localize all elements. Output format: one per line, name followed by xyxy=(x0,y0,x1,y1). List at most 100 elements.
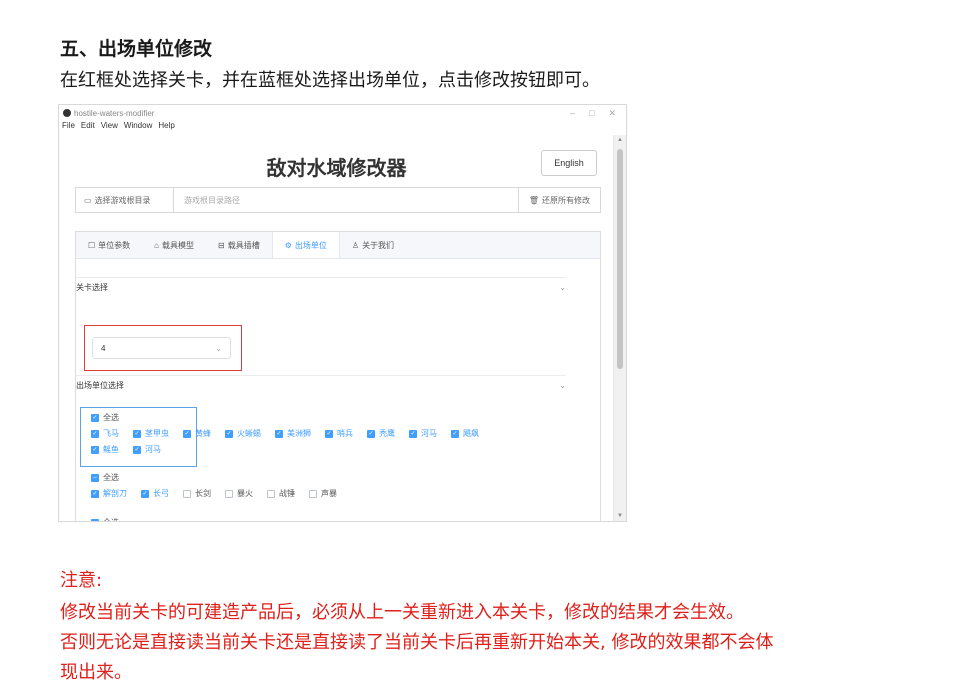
checkbox-icon: ✓ xyxy=(141,489,149,498)
unit-checkbox[interactable]: ✓ 河马 xyxy=(409,428,437,439)
checkbox-label: 全选 xyxy=(103,473,119,482)
checkbox-icon: – xyxy=(91,518,99,521)
unit-checkbox[interactable]: ✓ 茎甲虫 xyxy=(133,428,169,439)
scrollbar-thumb[interactable] xyxy=(617,149,623,369)
app-body: 敌对水域修改器 English ▭ 选择游戏根目录 游戏根目录路径 🗑 还原所有… xyxy=(59,135,614,521)
tab-deploy-units[interactable]: ⚙ 出场单位 xyxy=(271,232,340,258)
maximize-button[interactable]: □ xyxy=(589,108,594,119)
unit-checkbox[interactable]: ✓ 解剖刀 xyxy=(91,488,127,499)
unit-checkbox[interactable]: 长剑 xyxy=(183,488,211,499)
checkbox-icon: ✓ xyxy=(367,429,375,438)
tab-label: 载具模型 xyxy=(162,240,195,250)
checkbox-label: 飓飙 xyxy=(463,429,479,438)
checkbox-label: 长剑 xyxy=(195,489,211,498)
unit-checkbox-row: ✓ 鳐鱼 ✓ 河马 xyxy=(91,444,175,455)
select-all-checkbox[interactable]: – 全选 xyxy=(91,517,119,521)
checkbox-label: 茎甲虫 xyxy=(145,429,169,438)
checkbox-icon: ✓ xyxy=(409,429,417,438)
unit-checkbox[interactable]: 战锤 xyxy=(267,488,295,499)
menu-window[interactable]: Window xyxy=(124,121,152,135)
minimize-button[interactable]: – xyxy=(570,108,575,119)
note-title: 注意: xyxy=(60,570,103,591)
checkbox-label: 火蜥蜴 xyxy=(237,429,261,438)
trash-icon: 🗑 xyxy=(528,195,539,205)
chevron-down-icon: ⌄ xyxy=(559,380,566,390)
checkbox-label: 全选 xyxy=(103,517,119,521)
game-dir-input[interactable]: 游戏根目录路径 xyxy=(174,195,518,206)
menu-edit[interactable]: Edit xyxy=(81,121,95,135)
checkbox-icon: ✓ xyxy=(91,445,99,454)
checkbox-label: 鳐鱼 xyxy=(103,445,119,454)
gear-icon: ⚙ xyxy=(284,240,292,250)
tab-unit-params[interactable]: ☐ 单位参数 xyxy=(76,232,142,258)
checkbox-label: 河马 xyxy=(145,445,161,454)
checkbox-label: 全选 xyxy=(103,413,119,422)
tab-vehicle-model[interactable]: ⌂ 载具模型 xyxy=(142,232,206,258)
select-dir-button[interactable]: ▭ 选择游戏根目录 xyxy=(76,188,174,212)
unit-checkbox[interactable]: 暴火 xyxy=(225,488,253,499)
checkbox-label: 战锤 xyxy=(279,489,295,498)
unit-checkbox[interactable]: ✓ 火蜥蜴 xyxy=(225,428,261,439)
menu-file[interactable]: File xyxy=(62,121,75,135)
checkbox-icon: ✓ xyxy=(91,413,99,422)
tab-label: 出场单位 xyxy=(294,240,327,250)
menu-view[interactable]: View xyxy=(101,121,118,135)
select-all-row: –全选 xyxy=(91,472,133,483)
checkbox-icon: ✓ xyxy=(183,429,191,438)
section-description: 在红框处选择关卡，并在蓝框处选择出场单位，点击修改按钮即可。 xyxy=(60,70,600,91)
checkbox-label: 暴火 xyxy=(237,489,253,498)
tab-about[interactable]: ♙ 关于我们 xyxy=(340,232,406,258)
chevron-down-icon: ⌄ xyxy=(559,282,566,292)
checkbox-label: 黄蜂 xyxy=(195,429,211,438)
window-title: hostile-waters-modifier xyxy=(74,108,155,118)
unit-checkbox[interactable]: ✓ 河马 xyxy=(133,444,161,455)
window-titlebar: hostile-waters-modifier – □ ✕ xyxy=(59,105,626,121)
checkbox-label: 声暴 xyxy=(321,489,337,498)
unit-checkbox-row: ✓ 解剖刀 ✓ 长弓 长剑 暴火 战锤 声暴 xyxy=(91,488,351,499)
scrollbar[interactable]: ▲ ▼ xyxy=(613,135,626,521)
level-section-title: 关卡选择 xyxy=(76,282,108,292)
unit-checkbox[interactable]: ✓ 美洲狮 xyxy=(275,428,311,439)
units-section-header[interactable]: 出场单位选择 ⌄ xyxy=(76,375,566,394)
menu-help[interactable]: Help xyxy=(158,121,174,135)
close-button[interactable]: ✕ xyxy=(608,108,616,119)
level-select[interactable]: 4 ⌄ xyxy=(92,337,231,359)
level-section-header[interactable]: 关卡选择 ⌄ xyxy=(76,277,566,296)
unit-checkbox[interactable]: ✓ 黄蜂 xyxy=(183,428,211,439)
unit-checkbox[interactable]: ✓ 飞马 xyxy=(91,428,119,439)
unit-checkbox[interactable]: ✓ 秃鹰 xyxy=(367,428,395,439)
language-button[interactable]: English xyxy=(541,150,597,176)
tab-vehicle-slot[interactable]: ⊟ 载具插槽 xyxy=(206,232,272,258)
checkbox-icon: ✓ xyxy=(325,429,333,438)
scroll-down-icon[interactable]: ▼ xyxy=(617,513,623,519)
unit-checkbox[interactable]: ✓ 长弓 xyxy=(141,488,169,499)
checkbox-icon: ✓ xyxy=(451,429,459,438)
unit-checkbox[interactable]: ✓ 哨兵 xyxy=(325,428,353,439)
checkbox-label: 秃鹰 xyxy=(379,429,395,438)
checkbox-icon: ✓ xyxy=(91,429,99,438)
checkbox-label: 哨兵 xyxy=(337,429,353,438)
folder-icon: ▭ xyxy=(84,195,92,205)
checkbox-icon xyxy=(183,489,191,498)
checkbox-icon: ✓ xyxy=(91,489,99,498)
section-heading: 五、出场单位修改 xyxy=(60,38,213,60)
scroll-up-icon[interactable]: ▲ xyxy=(617,137,623,143)
game-dir-bar: ▭ 选择游戏根目录 游戏根目录路径 🗑 还原所有修改 xyxy=(75,187,601,213)
checkbox-label: 河马 xyxy=(421,429,437,438)
checkbox-icon: ✓ xyxy=(133,445,141,454)
select-all-checkbox[interactable]: –全选 xyxy=(91,472,119,483)
level-select-value: 4 xyxy=(101,343,106,353)
note-line: 现出来。 xyxy=(60,662,132,683)
unit-checkbox[interactable]: 声暴 xyxy=(309,488,337,499)
select-all-checkbox[interactable]: ✓ 全选 xyxy=(91,412,119,423)
select-all-row: – 全选 xyxy=(91,517,133,521)
checkbox-icon: ✓ xyxy=(225,429,233,438)
reset-all-button[interactable]: 🗑 还原所有修改 xyxy=(517,188,600,212)
checkbox-icon: ✓ xyxy=(133,429,141,438)
unit-checkbox[interactable]: ✓ 飓飙 xyxy=(451,428,479,439)
app-screenshot: hostile-waters-modifier – □ ✕ File Edit … xyxy=(58,104,627,522)
select-dir-label: 选择游戏根目录 xyxy=(94,195,151,205)
select-all-row: ✓ 全选 xyxy=(91,412,133,423)
unit-checkbox[interactable]: ✓ 鳐鱼 xyxy=(91,444,119,455)
menu-bar: File Edit View Window Help xyxy=(59,121,626,135)
